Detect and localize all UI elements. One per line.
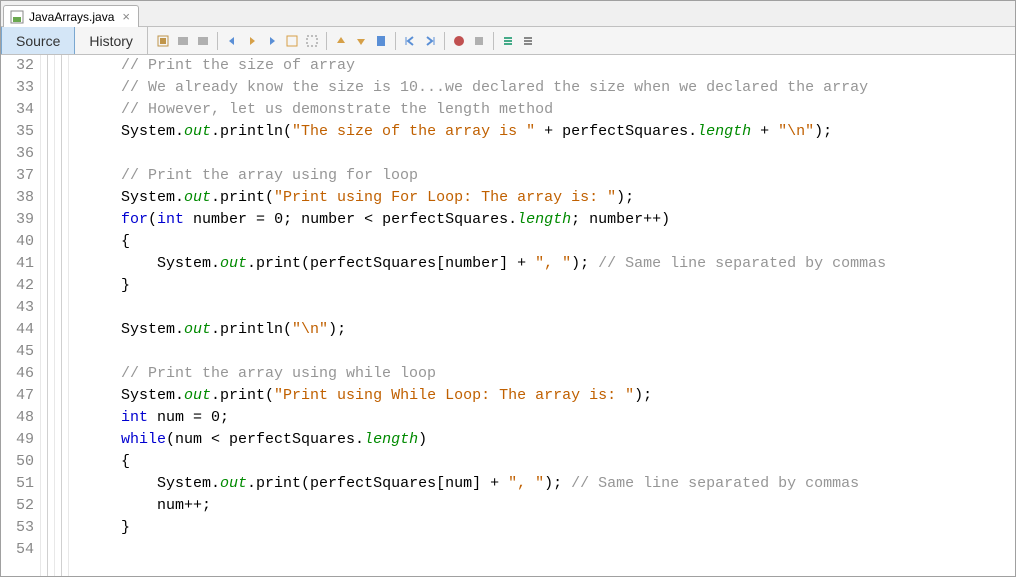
nav-forward-icon[interactable]: [243, 32, 261, 50]
code-line: System.out.print("Print using While Loop…: [121, 385, 1015, 407]
fold-gutter-2: [55, 55, 69, 576]
code-area[interactable]: // Print the size of array// We already …: [69, 55, 1015, 576]
toolbar-icon-1[interactable]: [154, 32, 172, 50]
line-number: 34: [5, 99, 34, 121]
toolbar-separator: [217, 32, 218, 50]
record-icon[interactable]: [450, 32, 468, 50]
line-number: 50: [5, 451, 34, 473]
line-number: 51: [5, 473, 34, 495]
stop-icon[interactable]: [470, 32, 488, 50]
line-number: 46: [5, 363, 34, 385]
uncomment-icon[interactable]: [519, 32, 537, 50]
toolbar-separator: [395, 32, 396, 50]
shift-left-icon[interactable]: [401, 32, 419, 50]
line-number: 53: [5, 517, 34, 539]
line-number: 49: [5, 429, 34, 451]
line-number: 45: [5, 341, 34, 363]
code-line: {: [121, 231, 1015, 253]
code-line: // However, let us demonstrate the lengt…: [121, 99, 1015, 121]
line-number: 32: [5, 55, 34, 77]
line-number: 36: [5, 143, 34, 165]
line-number: 41: [5, 253, 34, 275]
line-number: 42: [5, 275, 34, 297]
tab-source[interactable]: Source: [1, 27, 75, 54]
toolbar-icon-2[interactable]: [174, 32, 192, 50]
comment-icon[interactable]: [499, 32, 517, 50]
close-icon[interactable]: ×: [122, 9, 130, 24]
code-line: System.out.print(perfectSquares[num] + "…: [121, 473, 1015, 495]
code-line: System.out.print("Print using For Loop: …: [121, 187, 1015, 209]
code-line: int num = 0;: [121, 407, 1015, 429]
code-line: num++;: [121, 495, 1015, 517]
code-line: [121, 297, 1015, 319]
code-line: [121, 143, 1015, 165]
nav-back-icon[interactable]: [223, 32, 241, 50]
file-tab-label: JavaArrays.java: [29, 10, 114, 24]
fold-gutter-1: [41, 55, 55, 576]
code-line: [121, 341, 1015, 363]
code-line: }: [121, 517, 1015, 539]
line-number: 43: [5, 297, 34, 319]
code-line: System.out.println("\n");: [121, 319, 1015, 341]
code-line: System.out.print(perfectSquares[number] …: [121, 253, 1015, 275]
code-line: // Print the array using for loop: [121, 165, 1015, 187]
line-number: 37: [5, 165, 34, 187]
tab-history[interactable]: History: [75, 27, 148, 54]
toolbar-separator: [444, 32, 445, 50]
code-line: while(num < perfectSquares.length): [121, 429, 1015, 451]
line-number: 48: [5, 407, 34, 429]
code-line: // Print the size of array: [121, 55, 1015, 77]
line-number: 44: [5, 319, 34, 341]
shift-right-icon[interactable]: [421, 32, 439, 50]
toolbar-icon-group: [148, 27, 537, 54]
line-number: 39: [5, 209, 34, 231]
code-line: // Print the array using while loop: [121, 363, 1015, 385]
find-prev-icon[interactable]: [332, 32, 350, 50]
code-line: // We already know the size is 10...we d…: [121, 77, 1015, 99]
toolbar-icon-3[interactable]: [194, 32, 212, 50]
code-line: [121, 539, 1015, 561]
file-tab-bar: JavaArrays.java ×: [1, 1, 1015, 27]
editor-toolbar: Source History: [1, 27, 1015, 55]
nav-icon-4[interactable]: [283, 32, 301, 50]
java-file-icon: [10, 10, 24, 24]
line-number: 54: [5, 539, 34, 561]
code-editor[interactable]: 3233343536373839404142434445464748495051…: [1, 55, 1015, 576]
code-line: }: [121, 275, 1015, 297]
line-number: 35: [5, 121, 34, 143]
toolbar-separator: [326, 32, 327, 50]
code-line: for(int number = 0; number < perfectSqua…: [121, 209, 1015, 231]
nav-icon-3[interactable]: [263, 32, 281, 50]
toolbar-separator: [493, 32, 494, 50]
line-number: 33: [5, 77, 34, 99]
bookmark-icon[interactable]: [372, 32, 390, 50]
line-number: 40: [5, 231, 34, 253]
line-number: 47: [5, 385, 34, 407]
file-tab[interactable]: JavaArrays.java ×: [3, 5, 139, 27]
line-number: 38: [5, 187, 34, 209]
code-line: {: [121, 451, 1015, 473]
code-line: System.out.println("The size of the arra…: [121, 121, 1015, 143]
line-number-gutter: 3233343536373839404142434445464748495051…: [1, 55, 41, 576]
find-next-icon[interactable]: [352, 32, 370, 50]
line-number: 52: [5, 495, 34, 517]
nav-icon-5[interactable]: [303, 32, 321, 50]
